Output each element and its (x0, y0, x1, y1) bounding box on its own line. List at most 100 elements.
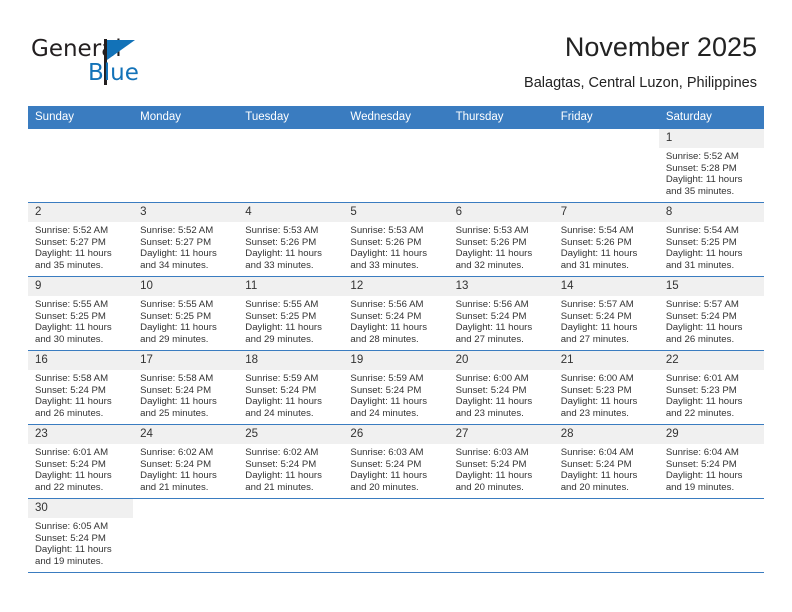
daylight-text: Daylight: 11 hours and 19 minutes. (665, 470, 743, 493)
calendar-day[interactable]: 20 Sunrise: 6:00 AM Sunset: 5:24 PM Dayligh… (448, 351, 554, 424)
sunset-text: Sunset: 5:24 PM (455, 458, 527, 470)
calendar-cell[interactable]: 19 Sunrise: 5:59 AM Sunset: 5:24 PM Dayligh… (343, 350, 449, 425)
calendar-cell[interactable] (343, 498, 449, 573)
calendar-cell[interactable]: 29 Sunrise: 6:04 AM Sunset: 5:24 PM Dayligh… (658, 424, 764, 499)
day-details: Sunrise: 6:00 AM Sunset: 5:23 PM Daylight:… (554, 370, 659, 419)
calendar-cell[interactable]: 21 Sunrise: 6:00 AM Sunset: 5:23 PM Dayligh… (553, 350, 659, 425)
calendar-day[interactable]: 27 Sunrise: 6:03 AM Sunset: 5:24 PM Dayligh… (448, 425, 554, 498)
calendar-cell[interactable]: 16 Sunrise: 5:58 AM Sunset: 5:24 PM Dayligh… (28, 350, 134, 425)
sunrise-text: Sunrise: 6:01 AM (35, 447, 109, 458)
daylight-text: Daylight: 11 hours and 27 minutes. (560, 322, 638, 345)
sunrise-text: Sunrise: 6:03 AM (350, 447, 424, 458)
calendar-cell[interactable]: 14 Sunrise: 5:57 AM Sunset: 5:24 PM Dayligh… (553, 276, 659, 351)
calendar-day[interactable]: 12 Sunrise: 5:56 AM Sunset: 5:24 PM Dayligh… (343, 277, 449, 350)
calendar-cell[interactable]: 28 Sunrise: 6:04 AM Sunset: 5:24 PM Dayligh… (553, 424, 659, 499)
calendar-cell[interactable] (238, 498, 344, 573)
daylight-text: Daylight: 11 hours and 28 minutes. (350, 322, 428, 345)
day-details: Sunrise: 6:01 AM Sunset: 5:23 PM Daylight:… (659, 370, 764, 419)
calendar-cell[interactable] (133, 498, 239, 573)
page-header: General Blue November 2025 Balagtas, Cen… (0, 0, 792, 106)
calendar-cell[interactable]: 15 Sunrise: 5:57 AM Sunset: 5:24 PM Dayligh… (658, 276, 764, 351)
calendar-cell[interactable]: 26 Sunrise: 6:03 AM Sunset: 5:24 PM Dayligh… (343, 424, 449, 499)
calendar-day[interactable]: 1 Sunrise: 5:52 AM Sunset: 5:28 PM Daylight… (658, 129, 764, 202)
calendar-day[interactable]: 29 Sunrise: 6:04 AM Sunset: 5:24 PM Dayligh… (658, 425, 764, 498)
calendar-cell[interactable]: 10 Sunrise: 5:55 AM Sunset: 5:25 PM Dayligh… (133, 276, 239, 351)
daylight-text: Daylight: 11 hours and 33 minutes. (245, 248, 322, 271)
calendar-day[interactable]: 10 Sunrise: 5:55 AM Sunset: 5:25 PM Dayligh… (133, 277, 239, 350)
sunrise-text: Sunrise: 6:00 AM (455, 373, 529, 384)
calendar-cell[interactable]: 9 Sunrise: 5:55 AM Sunset: 5:25 PM Daylight… (28, 276, 134, 351)
calendar-day[interactable]: 26 Sunrise: 6:03 AM Sunset: 5:24 PM Dayligh… (343, 425, 449, 498)
calendar-day[interactable]: 30 Sunrise: 6:05 AM Sunset: 5:24 PM Dayligh… (28, 499, 134, 572)
calendar-cell[interactable]: 23 Sunrise: 6:01 AM Sunset: 5:24 PM Dayligh… (28, 424, 134, 499)
calendar-day[interactable]: 4 Sunrise: 5:53 AM Sunset: 5:26 PM Daylight… (238, 203, 344, 276)
calendar-cell[interactable] (448, 129, 554, 203)
calendar-cell[interactable] (553, 129, 659, 203)
day-number: 3 (133, 203, 239, 222)
calendar-cell[interactable]: 4 Sunrise: 5:53 AM Sunset: 5:26 PM Daylight… (238, 202, 344, 277)
calendar-day[interactable]: 22 Sunrise: 6:01 AM Sunset: 5:23 PM Dayligh… (658, 351, 764, 424)
calendar-day[interactable]: 3 Sunrise: 5:52 AM Sunset: 5:27 PM Daylight… (133, 203, 239, 276)
logo-triangle-icon (107, 40, 135, 60)
sunset-text: Sunset: 5:24 PM (350, 458, 422, 470)
day-details: Sunrise: 6:05 AM Sunset: 5:24 PM Daylight:… (28, 518, 133, 567)
calendar-day[interactable]: 25 Sunrise: 6:02 AM Sunset: 5:24 PM Dayligh… (238, 425, 344, 498)
calendar-day[interactable]: 5 Sunrise: 5:53 AM Sunset: 5:26 PM Daylight… (343, 203, 449, 276)
calendar-cell[interactable]: 8 Sunrise: 5:54 AM Sunset: 5:25 PM Daylight… (658, 202, 764, 277)
sunrise-text: Sunrise: 5:55 AM (35, 299, 109, 310)
calendar-cell[interactable] (658, 498, 764, 573)
calendar-cell[interactable]: 20 Sunrise: 6:00 AM Sunset: 5:24 PM Dayligh… (448, 350, 554, 425)
calendar-cell[interactable]: 1 Sunrise: 5:52 AM Sunset: 5:28 PM Daylight… (658, 129, 764, 203)
calendar-cell[interactable]: 6 Sunrise: 5:53 AM Sunset: 5:26 PM Daylight… (448, 202, 554, 277)
calendar-cell[interactable]: 3 Sunrise: 5:52 AM Sunset: 5:27 PM Daylight… (133, 202, 239, 277)
calendar-cell[interactable] (238, 129, 344, 203)
calendar-week-row: 9 Sunrise: 5:55 AM Sunset: 5:25 PM Daylight… (28, 276, 764, 351)
calendar-cell[interactable] (343, 129, 449, 203)
calendar-cell[interactable]: 12 Sunrise: 5:56 AM Sunset: 5:24 PM Dayligh… (343, 276, 449, 351)
calendar-cell[interactable]: 25 Sunrise: 6:02 AM Sunset: 5:24 PM Dayligh… (238, 424, 344, 499)
calendar-day[interactable]: 6 Sunrise: 5:53 AM Sunset: 5:26 PM Daylight… (448, 203, 554, 276)
calendar-cell[interactable]: 27 Sunrise: 6:03 AM Sunset: 5:24 PM Dayligh… (448, 424, 554, 499)
calendar-day[interactable]: 14 Sunrise: 5:57 AM Sunset: 5:24 PM Dayligh… (553, 277, 659, 350)
calendar-cell[interactable]: 22 Sunrise: 6:01 AM Sunset: 5:23 PM Dayligh… (658, 350, 764, 425)
calendar-cell[interactable]: 13 Sunrise: 5:56 AM Sunset: 5:24 PM Dayligh… (448, 276, 554, 351)
calendar-day[interactable]: 23 Sunrise: 6:01 AM Sunset: 5:24 PM Dayligh… (28, 425, 134, 498)
calendar-day[interactable]: 24 Sunrise: 6:02 AM Sunset: 5:24 PM Dayligh… (133, 425, 239, 498)
calendar-cell[interactable]: 30 Sunrise: 6:05 AM Sunset: 5:24 PM Dayligh… (28, 498, 134, 573)
calendar-day[interactable]: 18 Sunrise: 5:59 AM Sunset: 5:24 PM Dayligh… (238, 351, 344, 424)
calendar-cell[interactable]: 17 Sunrise: 5:58 AM Sunset: 5:24 PM Dayligh… (133, 350, 239, 425)
calendar-cell[interactable] (133, 129, 239, 203)
calendar-cell[interactable] (448, 498, 554, 573)
day-details: Sunrise: 5:59 AM Sunset: 5:24 PM Daylight:… (343, 370, 448, 419)
weekday-header-row: Sunday Monday Tuesday Wednesday Thursday… (28, 106, 764, 129)
calendar-day[interactable]: 16 Sunrise: 5:58 AM Sunset: 5:24 PM Dayligh… (28, 351, 134, 424)
calendar-cell-empty (554, 499, 659, 572)
calendar-day[interactable]: 28 Sunrise: 6:04 AM Sunset: 5:24 PM Dayligh… (553, 425, 659, 498)
calendar-day[interactable]: 17 Sunrise: 5:58 AM Sunset: 5:24 PM Dayligh… (133, 351, 239, 424)
calendar-cell[interactable]: 7 Sunrise: 5:54 AM Sunset: 5:26 PM Daylight… (553, 202, 659, 277)
calendar-cell[interactable]: 5 Sunrise: 5:53 AM Sunset: 5:26 PM Daylight… (343, 202, 449, 277)
calendar-day[interactable]: 8 Sunrise: 5:54 AM Sunset: 5:25 PM Daylight… (658, 203, 764, 276)
calendar-cell[interactable] (28, 129, 134, 203)
calendar-day[interactable]: 9 Sunrise: 5:55 AM Sunset: 5:25 PM Daylight… (28, 277, 134, 350)
daylight-text: Daylight: 11 hours and 23 minutes. (560, 396, 638, 419)
calendar-cell[interactable]: 18 Sunrise: 5:59 AM Sunset: 5:24 PM Dayligh… (238, 350, 344, 425)
calendar-cell[interactable]: 2 Sunrise: 5:52 AM Sunset: 5:27 PM Daylight… (28, 202, 134, 277)
calendar-day[interactable]: 19 Sunrise: 5:59 AM Sunset: 5:24 PM Dayligh… (343, 351, 449, 424)
calendar-day[interactable]: 21 Sunrise: 6:00 AM Sunset: 5:23 PM Dayligh… (553, 351, 659, 424)
calendar-cell[interactable] (553, 498, 659, 573)
calendar-day[interactable]: 2 Sunrise: 5:52 AM Sunset: 5:27 PM Daylight… (28, 203, 134, 276)
day-details: Sunrise: 5:53 AM Sunset: 5:26 PM Daylight:… (449, 222, 554, 271)
calendar-day[interactable]: 13 Sunrise: 5:56 AM Sunset: 5:24 PM Dayligh… (448, 277, 554, 350)
calendar-cell[interactable]: 11 Sunrise: 5:55 AM Sunset: 5:25 PM Dayligh… (238, 276, 344, 351)
day-details: Sunrise: 6:02 AM Sunset: 5:24 PM Daylight:… (238, 444, 343, 493)
calendar-day[interactable]: 7 Sunrise: 5:54 AM Sunset: 5:26 PM Daylight… (553, 203, 659, 276)
calendar-week-row: 16 Sunrise: 5:58 AM Sunset: 5:24 PM Dayligh… (28, 350, 764, 425)
calendar-day[interactable]: 15 Sunrise: 5:57 AM Sunset: 5:24 PM Dayligh… (658, 277, 764, 350)
day-number: 24 (133, 425, 239, 444)
general-blue-logo[interactable]: General Blue (31, 36, 201, 92)
sunrise-text: Sunrise: 6:04 AM (560, 447, 634, 458)
calendar-cell[interactable]: 24 Sunrise: 6:02 AM Sunset: 5:24 PM Dayligh… (133, 424, 239, 499)
calendar-day[interactable]: 11 Sunrise: 5:55 AM Sunset: 5:25 PM Dayligh… (238, 277, 344, 350)
calendar-cell-empty (554, 129, 659, 202)
